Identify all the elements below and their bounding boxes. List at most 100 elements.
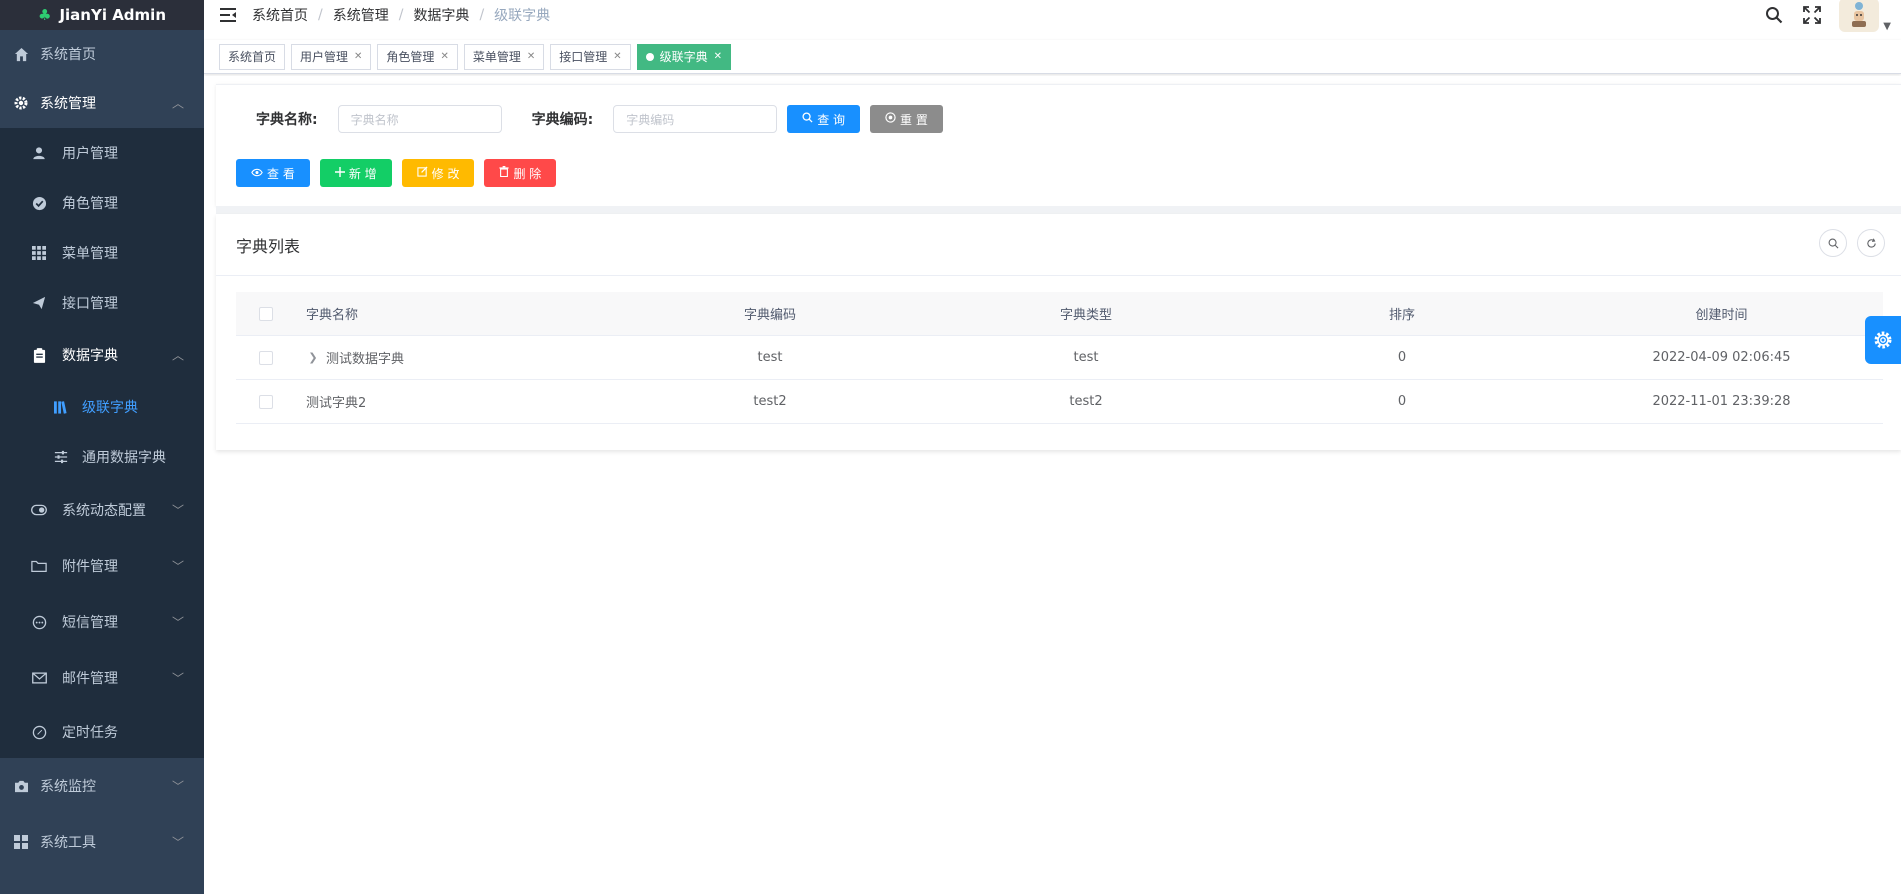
app-title: JianYi Admin <box>59 6 166 24</box>
column-header: 字典编码 <box>743 308 796 323</box>
chevron-down-icon: ﹀ <box>171 779 184 794</box>
table-row[interactable]: ❯ 测试数据字典 test test 0 2022-04-09 02:06:45 <box>236 336 1883 380</box>
tag-label: 级联字典 <box>659 49 708 64</box>
tag-home[interactable]: 系统首页 <box>219 43 286 70</box>
cell-name: 测试字典2 <box>306 396 367 411</box>
sidebar-item-dynamic-config[interactable]: 系统动态配置 ﹀ <box>0 482 204 538</box>
tag-menus[interactable]: 菜单管理 ✕ <box>463 43 545 70</box>
breadcrumb-current: 级联字典 <box>494 8 551 24</box>
breadcrumb-item[interactable]: 系统首页 <box>252 5 308 25</box>
tag-label: 系统首页 <box>228 49 277 64</box>
sidebar-item-cron[interactable]: 定时任务 <box>0 706 204 758</box>
grid-icon <box>30 244 48 262</box>
cell-time: 2022-04-09 02:06:45 <box>1652 350 1791 365</box>
app-logo[interactable]: ♣ JianYi Admin <box>0 0 204 30</box>
tag-cascade-dict[interactable]: 级联字典 ✕ <box>636 43 732 70</box>
dict-table: 字典名称 字典编码 字典类型 排序 创建时间 ❯ 测试数据字典 test tes… <box>236 292 1883 424</box>
sidebar: ♣ JianYi Admin 系统首页 系统管理 ︿ 用户管理 角色管理 菜单管… <box>0 0 204 894</box>
hamburger-icon[interactable] <box>204 0 252 30</box>
sidebar-item-system[interactable]: 系统管理 ︿ <box>0 78 204 128</box>
reset-button[interactable]: 重 置 <box>870 105 943 133</box>
sidebar-item-home[interactable]: 系统首页 <box>0 30 204 78</box>
row-checkbox[interactable] <box>259 350 273 365</box>
add-button-label: 新 增 <box>348 166 377 181</box>
query-button[interactable]: 查 询 <box>787 105 861 133</box>
breadcrumb-separator: / <box>318 7 323 23</box>
row-checkbox[interactable] <box>259 394 273 409</box>
close-icon[interactable]: ✕ <box>714 45 722 69</box>
home-icon <box>12 45 30 63</box>
sidebar-item-apis[interactable]: 接口管理 <box>0 278 204 328</box>
sidebar-item-label: 附件管理 <box>62 559 118 575</box>
expand-icon[interactable]: ❯ <box>306 351 320 364</box>
edit-button[interactable]: 修 改 <box>401 159 475 187</box>
tag-apis[interactable]: 接口管理 ✕ <box>550 43 631 70</box>
delete-button[interactable]: 删 除 <box>484 159 557 187</box>
chat-icon <box>30 613 48 631</box>
section-divider <box>216 206 1901 214</box>
library-icon <box>52 398 70 416</box>
search-panel: 字典名称: 字典名称 字典编码: 字典编码 查 询 重 置 查 看 新 增 修 … <box>216 84 1901 206</box>
eye-icon <box>251 166 263 180</box>
close-icon[interactable]: ✕ <box>440 45 448 69</box>
sidebar-item-dict[interactable]: 数据字典 ︿ <box>0 328 204 382</box>
sidebar-item-label: 邮件管理 <box>62 671 118 687</box>
close-icon[interactable]: ✕ <box>354 45 362 69</box>
sidebar-item-attachments[interactable]: 附件管理 ﹀ <box>0 538 204 594</box>
edit-icon <box>417 166 428 180</box>
chevron-down-icon: ﹀ <box>171 671 184 686</box>
close-icon[interactable]: ✕ <box>613 45 621 69</box>
navbar: 系统首页 / 系统管理 / 数据字典 / 级联字典 ▼ <box>204 0 1901 32</box>
sidebar-item-users[interactable]: 用户管理 <box>0 128 204 178</box>
dict-code-input[interactable]: 字典编码 <box>613 105 778 133</box>
cell-sort: 0 <box>1397 350 1407 365</box>
sidebar-item-roles[interactable]: 角色管理 <box>0 178 204 228</box>
avatar[interactable] <box>1839 0 1880 32</box>
submenu-system: 用户管理 角色管理 菜单管理 接口管理 数据字典 ︿ 级联字典 通用数据字典 系… <box>0 128 204 758</box>
sidebar-item-sms[interactable]: 短信管理 ﹀ <box>0 594 204 650</box>
compass-icon <box>30 723 48 741</box>
dict-name-label: 字典名称: <box>256 112 318 128</box>
tags-view: 系统首页 用户管理 ✕ 角色管理 ✕ 菜单管理 ✕ 接口管理 ✕ 级联字典 ✕ <box>204 40 1901 74</box>
send-icon <box>30 294 48 312</box>
sidebar-item-common-dict[interactable]: 通用数据字典 <box>0 432 204 482</box>
clipboard-icon <box>30 346 48 364</box>
sidebar-item-mail[interactable]: 邮件管理 ﹀ <box>0 650 204 706</box>
close-icon[interactable]: ✕ <box>527 45 535 69</box>
card-header: 字典列表 <box>216 214 1901 276</box>
dict-name-input[interactable]: 字典名称 <box>337 105 502 133</box>
sidebar-item-cascade-dict[interactable]: 级联字典 <box>0 382 204 432</box>
toggle-search-button[interactable] <box>1819 229 1847 257</box>
sliders-icon <box>52 448 70 466</box>
table-header: 字典名称 字典编码 字典类型 排序 创建时间 <box>236 292 1883 336</box>
gear-icon <box>12 94 30 112</box>
settings-gear-icon[interactable] <box>1865 316 1901 364</box>
table-row[interactable]: 测试字典2 test2 test2 0 2022-11-01 23:39:28 <box>236 380 1883 424</box>
tag-users[interactable]: 用户管理 ✕ <box>291 43 372 70</box>
breadcrumb-item[interactable]: 数据字典 <box>413 5 469 25</box>
tag-roles[interactable]: 角色管理 ✕ <box>377 43 458 70</box>
tag-label: 接口管理 <box>559 49 608 64</box>
view-button[interactable]: 查 看 <box>236 159 310 187</box>
search-form: 字典名称: 字典名称 字典编码: 字典编码 查 询 重 置 <box>256 105 943 133</box>
refresh-button[interactable] <box>1857 229 1885 257</box>
sidebar-item-menus[interactable]: 菜单管理 <box>0 228 204 278</box>
sidebar-item-tools[interactable]: 系统工具 ﹀ <box>0 814 204 870</box>
breadcrumb-separator: / <box>479 7 485 23</box>
search-icon[interactable] <box>1763 4 1785 26</box>
sidebar-item-label: 定时任务 <box>62 725 118 741</box>
fullscreen-icon[interactable] <box>1801 4 1823 26</box>
column-header: 字典名称 <box>306 308 359 323</box>
check-circle-icon <box>30 194 48 212</box>
search-icon <box>802 112 813 126</box>
sidebar-item-label: 系统首页 <box>40 47 96 63</box>
sidebar-item-monitor[interactable]: 系统监控 ﹀ <box>0 758 204 814</box>
breadcrumb-item[interactable]: 系统管理 <box>333 5 389 25</box>
chevron-up-icon: ︿ <box>171 348 184 363</box>
tag-label: 用户管理 <box>300 49 349 64</box>
camera-icon <box>12 777 30 795</box>
select-all-checkbox[interactable] <box>259 306 273 321</box>
add-button[interactable]: 新 增 <box>319 159 392 187</box>
caret-down-icon[interactable]: ▼ <box>1883 21 1891 32</box>
cell-type: test <box>1073 350 1099 365</box>
